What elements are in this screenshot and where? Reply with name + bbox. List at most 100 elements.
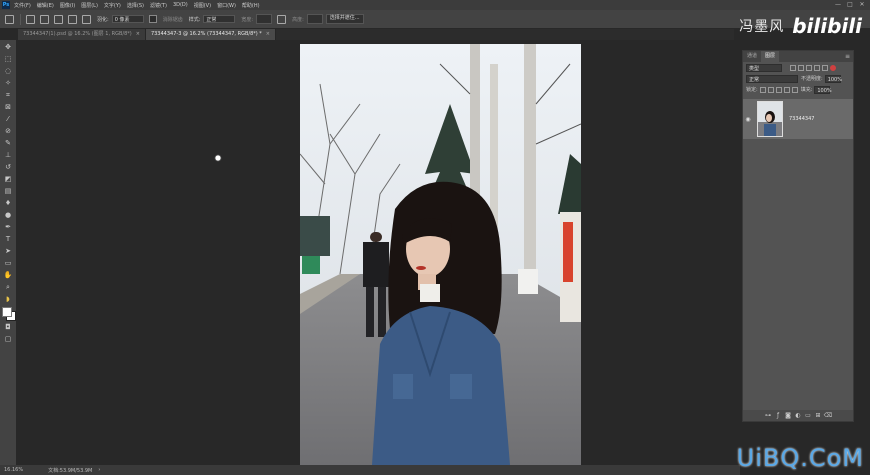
layer-name[interactable]: 73344347: [789, 116, 814, 122]
screen-mode-icon[interactable]: ▢: [3, 334, 13, 344]
clone-stamp-tool-icon[interactable]: ⊥: [3, 150, 13, 160]
color-swatches[interactable]: [1, 306, 16, 321]
document-image[interactable]: [300, 44, 581, 465]
zoom-level[interactable]: 16.16%: [4, 467, 23, 473]
blend-mode-select[interactable]: 正常: [746, 74, 798, 83]
eraser-tool-icon[interactable]: ◩: [3, 174, 13, 184]
lock-artboard-icon[interactable]: [783, 86, 790, 93]
new-layer-icon[interactable]: ⊞: [813, 412, 823, 419]
layer-filter-select[interactable]: 类型: [746, 63, 782, 72]
menu-filter[interactable]: 滤镜(T): [150, 2, 167, 9]
lock-move-icon[interactable]: [775, 86, 782, 93]
blur-tool-icon[interactable]: ♦: [3, 198, 13, 208]
layers-panel: 通道 图层 ≡ 类型 正常 不透明度: 100% 锁定: 填充: 100% ◉: [742, 50, 854, 422]
adjust-filter-icon[interactable]: [798, 64, 804, 71]
tab-document-1[interactable]: 73344347(1).psd @ 16.2% (图层 1, RGB/8*) ×: [18, 29, 146, 40]
mask-icon[interactable]: ◙: [783, 412, 793, 419]
rect-marquee-tool-icon[interactable]: [26, 14, 35, 24]
spot-healing-tool-icon[interactable]: ⊘: [3, 126, 13, 136]
lock-paint-icon[interactable]: [767, 86, 774, 93]
blend-opacity-row: 正常 不透明度: 100%: [743, 73, 853, 84]
layer-item[interactable]: ◉ 73344347: [743, 99, 853, 139]
menu-window[interactable]: 窗口(W): [217, 2, 236, 9]
menu-3d[interactable]: 3D(D): [173, 2, 188, 8]
opacity-label: 不透明度:: [801, 76, 823, 82]
feather-label: 羽化:: [97, 16, 109, 23]
lock-all-icon[interactable]: [791, 86, 798, 93]
history-brush-tool-icon[interactable]: ↺: [3, 162, 13, 172]
fx-icon[interactable]: ƒ: [773, 412, 783, 419]
antialias-checkbox[interactable]: [148, 15, 157, 23]
menu-layer[interactable]: 图层(L): [81, 2, 98, 9]
menu-bar: Ps 文件(F) 编辑(E) 图像(I) 图层(L) 文字(Y) 选择(S) 滤…: [0, 0, 870, 10]
rectangle-tool-icon[interactable]: ▭: [3, 258, 13, 268]
cursor-icon: [214, 154, 222, 162]
width-label: 宽度:: [241, 16, 254, 23]
filter-toggle-icon[interactable]: [830, 64, 836, 71]
rect-marquee-tool-icon[interactable]: ⬚: [3, 54, 13, 64]
menu-image[interactable]: 图像(I): [60, 2, 75, 9]
menu-view[interactable]: 视图(V): [194, 2, 211, 9]
add-selection-icon[interactable]: [54, 14, 63, 24]
swap-dimensions-icon[interactable]: [277, 14, 287, 24]
layers-panel-footer: ⊶ ƒ ◙ ◐ ▭ ⊞ ⌫: [743, 410, 853, 421]
menu-type[interactable]: 文字(Y): [104, 2, 121, 9]
lasso-tool-icon[interactable]: ◌: [3, 66, 13, 76]
width-input[interactable]: [256, 14, 273, 24]
status-menu-arrow-icon[interactable]: ›: [98, 467, 100, 473]
opacity-input[interactable]: 100%: [824, 74, 842, 83]
quick-mask-icon[interactable]: ◘: [3, 322, 13, 332]
close-button[interactable]: ✕: [856, 0, 868, 10]
gradient-tool-icon[interactable]: ▤: [3, 186, 13, 196]
visibility-eye-icon[interactable]: ◉: [743, 116, 753, 123]
zoom-tool-icon[interactable]: ⌕: [3, 282, 13, 292]
select-and-mask-button[interactable]: 选择并遮住...: [325, 14, 364, 24]
type-tool-icon[interactable]: T: [3, 234, 13, 244]
height-input[interactable]: [306, 14, 323, 24]
eyedropper-tool-icon[interactable]: ⁄: [3, 114, 13, 124]
menu-help[interactable]: 帮助(H): [242, 2, 260, 9]
minimize-button[interactable]: —: [832, 0, 844, 10]
feather-input[interactable]: 0 像素: [111, 15, 144, 23]
tab-document-2[interactable]: 73344347-3 @ 16.2% (73344347, RGB/8*) * ×: [145, 29, 276, 40]
trash-icon[interactable]: ⌫: [823, 412, 833, 419]
maximize-button[interactable]: □: [844, 0, 856, 10]
panel-tabs: 通道 图层 ≡: [743, 51, 853, 62]
style-select[interactable]: 正常: [203, 15, 236, 23]
fill-input[interactable]: 100%: [814, 85, 832, 94]
subtract-selection-icon[interactable]: [68, 14, 77, 24]
edit-toolbar-icon[interactable]: ◗: [3, 294, 13, 304]
link-icon[interactable]: ⊶: [763, 412, 773, 419]
new-selection-icon[interactable]: [40, 14, 49, 24]
intersect-selection-icon[interactable]: [82, 14, 91, 24]
menu-edit[interactable]: 编辑(E): [37, 2, 54, 9]
frame-tool-icon[interactable]: ⊠: [3, 102, 13, 112]
crop-tool-icon[interactable]: ⌗: [3, 90, 13, 100]
canvas-area[interactable]: [18, 40, 734, 465]
pixel-filter-icon[interactable]: [790, 64, 796, 71]
type-filter-icon[interactable]: [806, 64, 812, 71]
magic-wand-tool-icon[interactable]: ✧: [3, 78, 13, 88]
path-selection-tool-icon[interactable]: ➤: [3, 246, 13, 256]
pen-tool-icon[interactable]: ✒: [3, 222, 13, 232]
panel-menu-icon[interactable]: ≡: [845, 51, 850, 62]
menu-file[interactable]: 文件(F): [14, 2, 31, 9]
folder-icon[interactable]: ▭: [803, 412, 813, 419]
portrait-photo: [300, 44, 581, 465]
lock-pixels-icon[interactable]: [759, 86, 766, 93]
close-icon[interactable]: ×: [266, 31, 270, 37]
home-icon[interactable]: [5, 14, 14, 24]
close-icon[interactable]: ×: [136, 31, 140, 37]
move-tool-icon[interactable]: ✥: [3, 42, 13, 52]
shape-filter-icon[interactable]: [814, 64, 820, 71]
foreground-color-swatch[interactable]: [2, 307, 12, 317]
brush-tool-icon[interactable]: ✎: [3, 138, 13, 148]
layer-thumbnail-image: [758, 102, 782, 136]
tab-layers[interactable]: 图层: [761, 51, 780, 62]
smart-filter-icon[interactable]: [822, 64, 828, 71]
menu-select[interactable]: 选择(S): [127, 2, 144, 9]
dodge-tool-icon[interactable]: ●: [3, 210, 13, 220]
tab-channels[interactable]: 通道: [743, 51, 761, 62]
hand-tool-icon[interactable]: ✋: [3, 270, 13, 280]
adjustment-icon[interactable]: ◐: [793, 412, 803, 419]
